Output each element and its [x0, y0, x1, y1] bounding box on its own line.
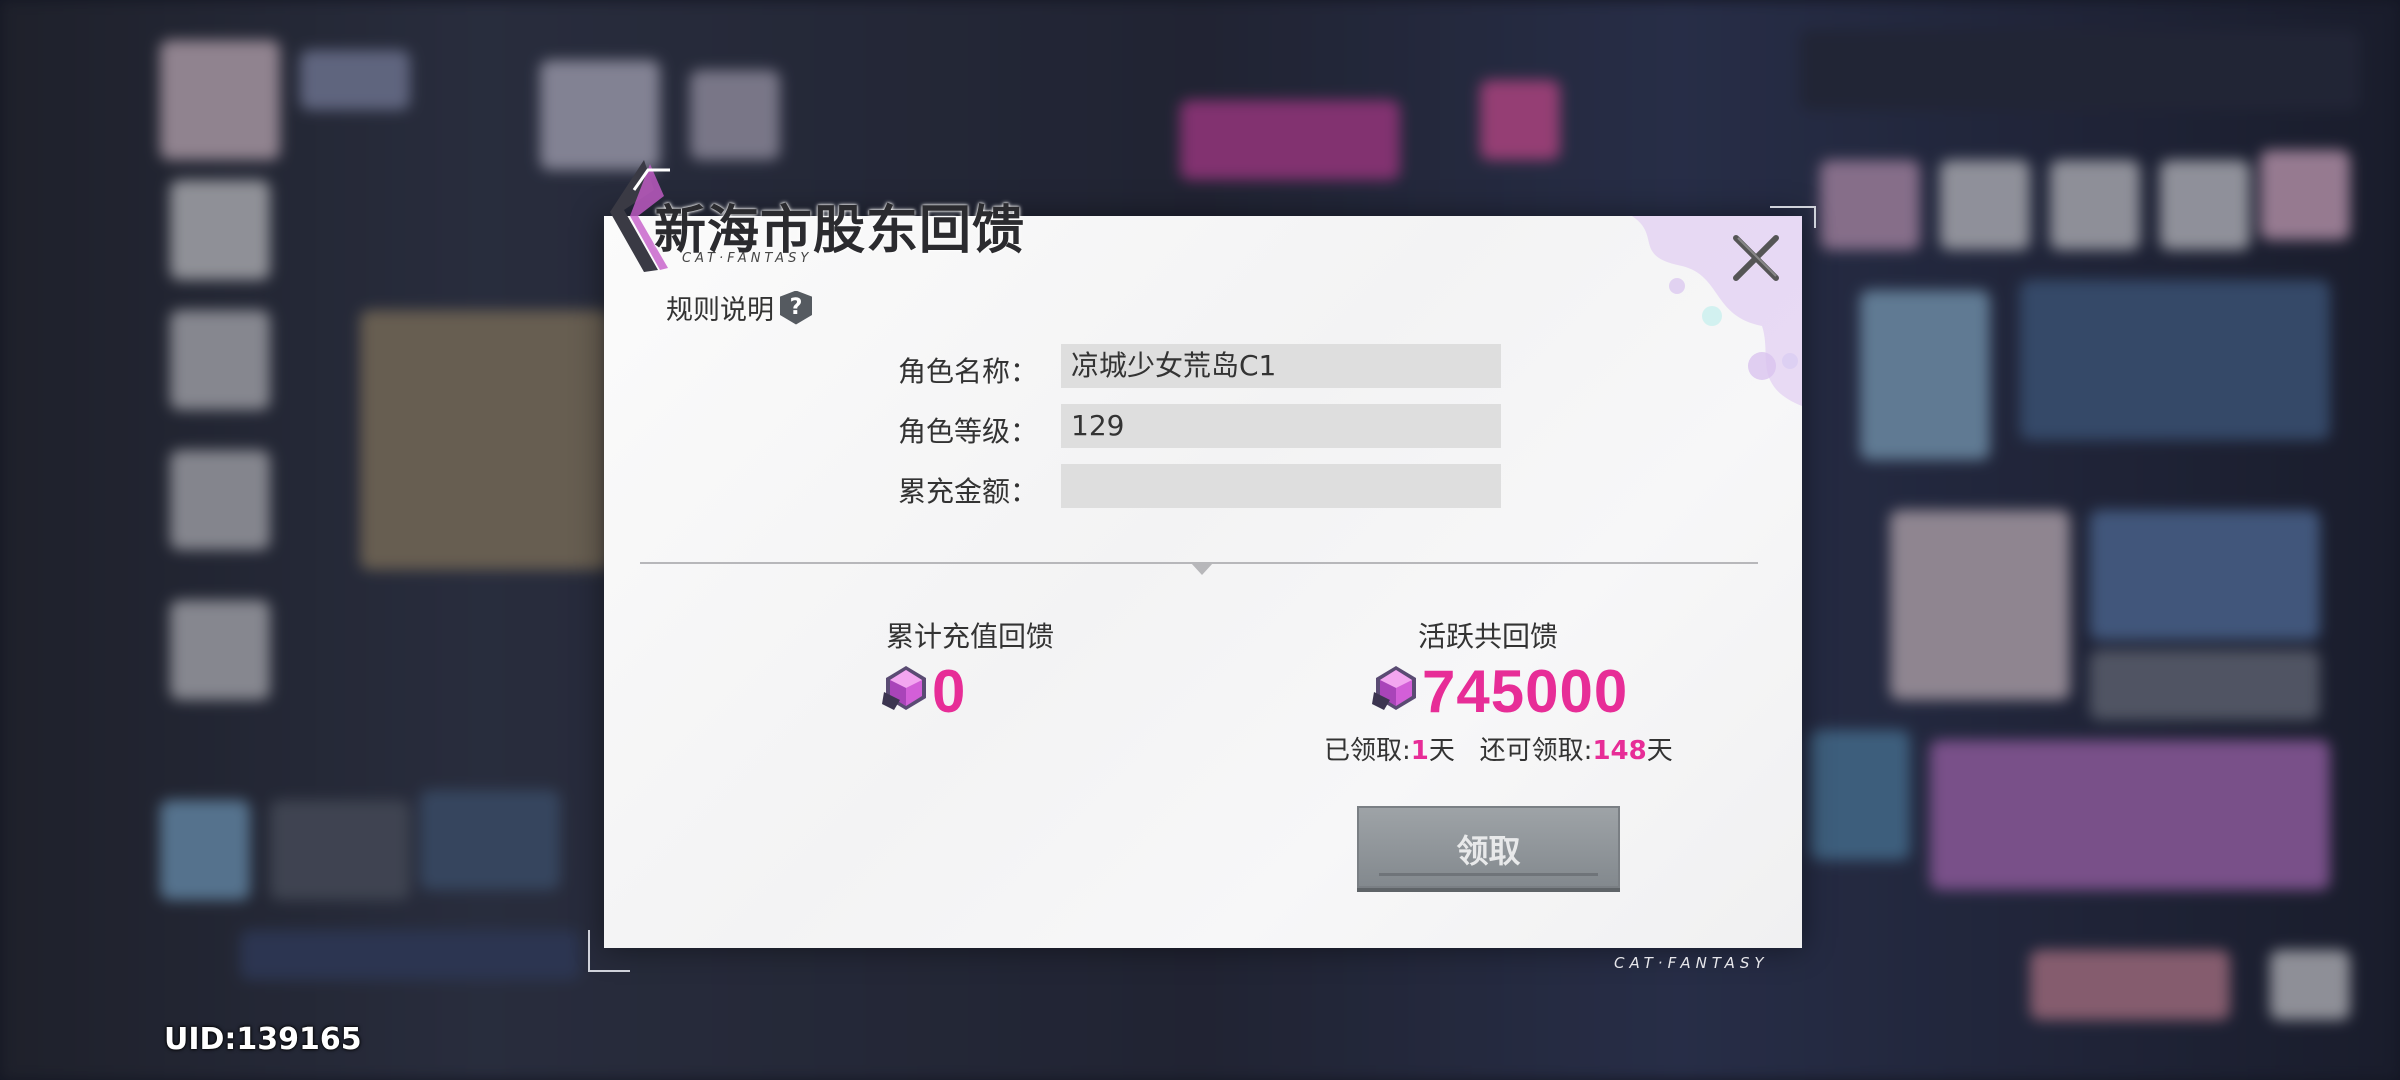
- day-unit: 天: [1646, 736, 1673, 766]
- field-role-level: 角色等级： 129: [604, 404, 1802, 448]
- active-reward-title: 活跃共回馈: [1417, 620, 1558, 653]
- claimed-days: 1: [1410, 736, 1429, 766]
- close-icon[interactable]: [1726, 228, 1786, 288]
- help-icon: ?: [780, 290, 812, 325]
- role-name-value: 凉城少女荒岛C1: [1061, 344, 1501, 388]
- divider-arrow-icon: [1191, 563, 1213, 575]
- field-label: 角色名称：: [897, 355, 1038, 388]
- claim-button-label: 领取: [1456, 832, 1521, 870]
- frame-corner-decoration: [1770, 206, 1816, 228]
- gem-icon: [882, 666, 926, 710]
- field-label: 角色等级：: [897, 415, 1038, 448]
- frame-corner-decoration: [588, 930, 630, 972]
- dialog-title-banner: 新海市股东回馈 CAT·FANTASY: [604, 150, 1064, 280]
- claim-status: 已领取:1天 还可领取:148天: [1324, 730, 1673, 767]
- field-total-recharge: 累充金额：: [604, 464, 1802, 508]
- claimed-label: 已领取:: [1324, 736, 1411, 766]
- recharge-reward-amount: 0: [932, 658, 967, 725]
- day-unit: 天: [1428, 736, 1455, 766]
- role-level-value: 129: [1061, 404, 1501, 448]
- shareholder-feedback-dialog: 规则说明 ? 角色名称： 凉城少女荒岛C1 角色等级： 129 累充金额： 累计…: [604, 216, 1802, 948]
- field-role-name: 角色名称： 凉城少女荒岛C1: [604, 344, 1802, 388]
- brand-footer: CAT·FANTASY: [1614, 954, 1769, 972]
- active-reward-amount: 745000: [1422, 658, 1629, 725]
- rules-label: 规则说明: [666, 295, 774, 326]
- claim-button[interactable]: 领取: [1357, 806, 1620, 888]
- rules-button[interactable]: 规则说明 ?: [666, 288, 812, 327]
- recharge-reward-title: 累计充值回馈: [885, 620, 1054, 653]
- claim-button-underline: [1379, 873, 1598, 876]
- uid-label: UID:139165: [164, 1022, 362, 1057]
- field-label: 累充金额：: [897, 475, 1038, 508]
- remaining-label: 还可领取:: [1479, 736, 1593, 766]
- dialog-subtitle: CAT·FANTASY: [682, 251, 813, 266]
- total-recharge-value: [1061, 464, 1501, 508]
- remaining-days: 148: [1592, 736, 1647, 766]
- gem-icon: [1372, 666, 1416, 710]
